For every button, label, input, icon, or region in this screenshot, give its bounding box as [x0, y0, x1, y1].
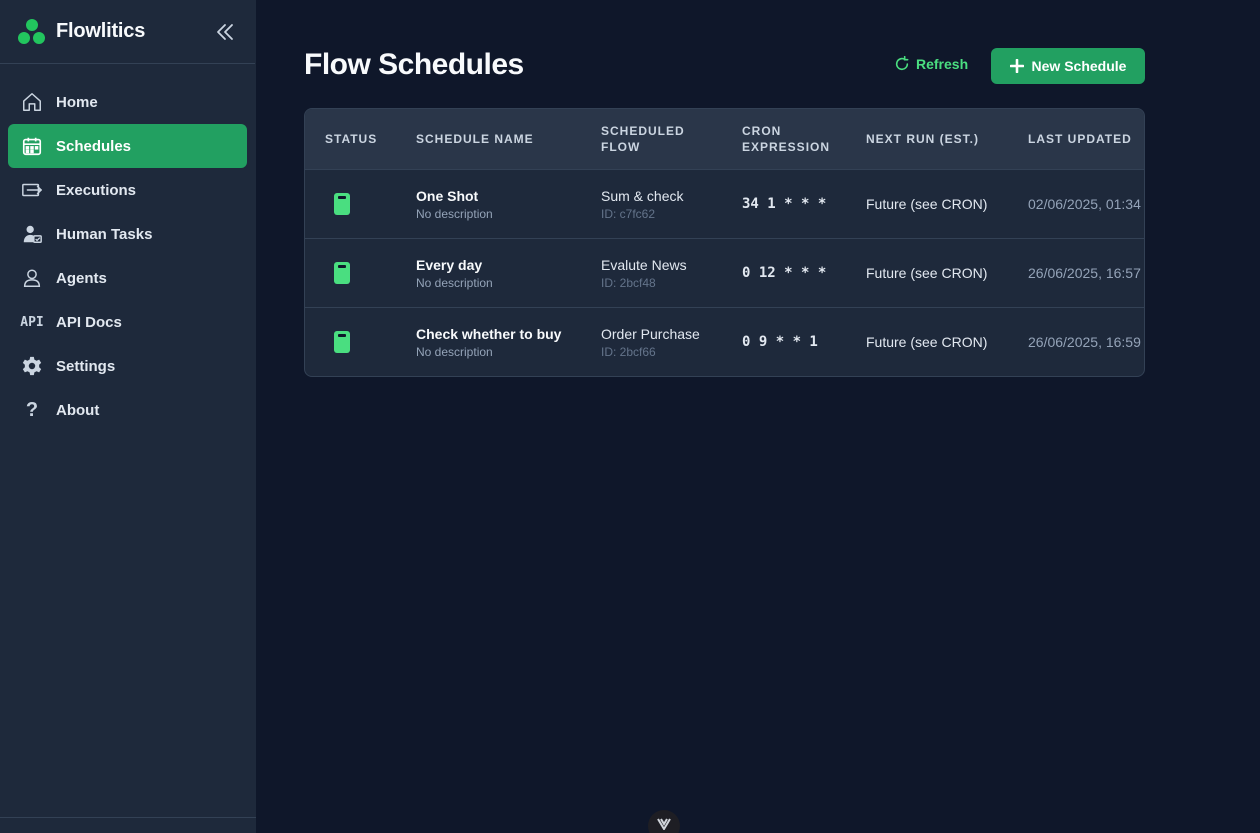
home-icon [20, 90, 44, 114]
schedule-description: No description [416, 345, 493, 359]
flow-name: Sum & check [601, 188, 684, 204]
refresh-label: Refresh [916, 56, 969, 72]
question-icon: ? [25, 398, 39, 421]
table-row[interactable]: Every day No description Evalute News ID… [305, 239, 1144, 308]
user-check-icon [20, 222, 44, 246]
cron-expression: 0 12 * * * [742, 265, 827, 281]
sidebar-item-label: API Docs [56, 313, 122, 331]
flow-id: ID: c7fc62 [601, 207, 656, 221]
sidebar-item-settings[interactable]: Settings [8, 344, 247, 388]
sidebar-item-label: Schedules [56, 137, 132, 155]
next-run: Future (see CRON) [866, 265, 988, 281]
sidebar-item-human-tasks[interactable]: Human Tasks [8, 212, 247, 256]
flow-name: Evalute News [601, 257, 687, 273]
api-icon: API [20, 314, 44, 330]
column-header-cron-expression: Cron Expression [742, 124, 831, 154]
collapse-sidebar-button[interactable] [213, 20, 237, 44]
status-toggle-icon[interactable] [334, 193, 350, 215]
sidebar-item-home[interactable]: Home [8, 80, 247, 124]
next-run: Future (see CRON) [866, 334, 988, 350]
gear-icon [20, 354, 44, 378]
column-header-next-run: Next Run (est.) [866, 132, 980, 146]
new-schedule-label: New Schedule [1031, 58, 1127, 74]
plus-icon [1009, 59, 1024, 73]
sidebar-item-api-docs[interactable]: API API Docs [8, 300, 247, 344]
brand-logo-icon [18, 18, 46, 45]
scheduled-flow-cell: Order Purchase ID: 2bcf66 [601, 326, 700, 359]
sidebar-item-agents[interactable]: Agents [8, 256, 247, 300]
sidebar-item-label: About [56, 401, 100, 419]
status-toggle-icon[interactable] [334, 262, 350, 284]
user-icon [20, 266, 44, 290]
sidebar-footer [0, 817, 256, 833]
last-updated: 26/06/2025, 16:59 [1028, 334, 1141, 350]
sidebar-item-label: Human Tasks [56, 225, 153, 243]
column-header-scheduled-flow: Scheduled Flow [601, 124, 685, 154]
schedules-table: Status Schedule Name Scheduled Flow Cron… [304, 108, 1145, 377]
devtools-toggle-button[interactable] [648, 810, 680, 833]
flow-name: Order Purchase [601, 326, 700, 342]
flow-id: ID: 2bcf66 [601, 345, 656, 359]
column-header-schedule-name: Schedule Name [416, 132, 534, 146]
schedule-description: No description [416, 276, 493, 290]
brand-header: Flowlitics [0, 0, 255, 64]
schedule-name-cell: One Shot No description [416, 188, 493, 221]
cron-expression: 0 9 * * 1 [742, 334, 818, 350]
schedule-description: No description [416, 207, 493, 221]
schedule-name-cell: Every day No description [416, 257, 493, 290]
refresh-button[interactable]: Refresh [894, 56, 968, 72]
flow-id: ID: 2bcf48 [601, 276, 656, 290]
scheduled-flow-cell: Evalute News ID: 2bcf48 [601, 257, 687, 290]
table-header: Status Schedule Name Scheduled Flow Cron… [305, 109, 1144, 170]
scheduled-flow-cell: Sum & check ID: c7fc62 [601, 188, 683, 221]
double-chevron-left-icon [217, 23, 233, 40]
sidebar-item-label: Executions [56, 181, 137, 199]
schedule-name-cell: Check whether to buy No description [416, 326, 561, 359]
brand-name: Flowlitics [56, 20, 146, 42]
table-row[interactable]: One Shot No description Sum & check ID: … [305, 170, 1144, 239]
sidebar-item-about[interactable]: ? About [8, 388, 247, 432]
new-schedule-button[interactable]: New Schedule [991, 48, 1145, 84]
sidebar-item-executions[interactable]: Executions [8, 168, 247, 212]
sidebar-item-label: Agents [56, 269, 107, 287]
cron-expression: 34 1 * * * [742, 196, 827, 212]
table-row[interactable]: Check whether to buy No description Orde… [305, 308, 1144, 376]
executions-icon [20, 178, 44, 202]
schedule-name: One Shot [416, 188, 479, 204]
column-header-last-updated: Last Updated [1028, 132, 1132, 146]
calendar-icon [20, 134, 44, 158]
schedule-name: Every day [416, 257, 483, 273]
v-logo-icon [657, 818, 671, 830]
status-toggle-icon[interactable] [334, 331, 350, 353]
sidebar-item-label: Settings [56, 357, 116, 375]
next-run: Future (see CRON) [866, 196, 988, 212]
sidebar-nav: Home Schedules Executions Human Tasks Ag… [0, 64, 255, 432]
last-updated: 26/06/2025, 16:57 [1028, 265, 1141, 281]
refresh-icon [895, 56, 909, 71]
last-updated: 02/06/2025, 01:34 [1028, 196, 1141, 212]
sidebar-item-label: Home [56, 93, 98, 111]
sidebar-item-schedules[interactable]: Schedules [8, 124, 247, 168]
sidebar: Flowlitics Home Schedules Executions Hum… [0, 0, 256, 833]
schedule-name: Check whether to buy [416, 326, 562, 342]
column-header-status: Status [325, 132, 378, 146]
page-title: Flow Schedules [304, 48, 524, 81]
